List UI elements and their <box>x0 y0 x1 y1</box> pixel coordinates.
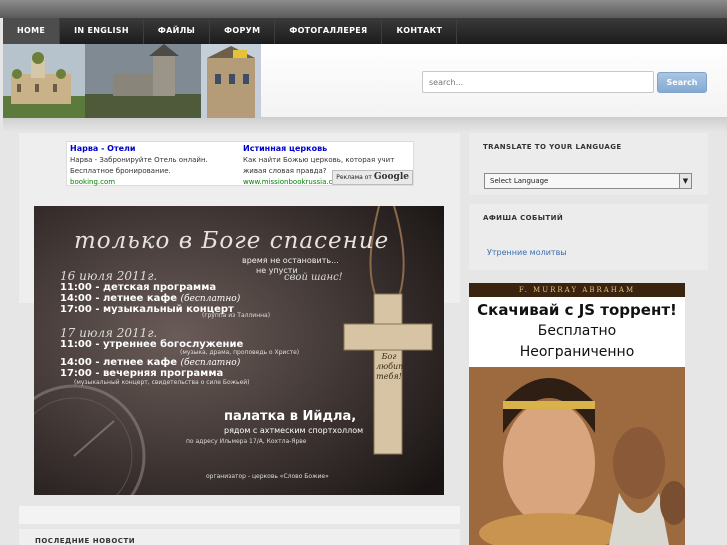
poster-day2-time-1: 11:00 <box>60 339 92 350</box>
poster-day1-time-1: 11:00 <box>60 282 92 293</box>
poster-tagline-3: свой шанс! <box>284 272 343 283</box>
poster-tent-title: палатка в Ийдла, <box>224 409 357 424</box>
language-select-value: Select Language <box>490 177 549 185</box>
latest-news-title: ПОСЛЕДНИЕ НОВОСТИ <box>35 537 136 545</box>
poster-day1-time-3: 17:00 <box>60 304 92 315</box>
nav-forum[interactable]: ФОРУМ <box>210 18 276 44</box>
ads-by-label: Реклама от <box>336 174 372 181</box>
nav-photo-gallery[interactable]: ФОТОГАЛЛЕРЕЯ <box>275 18 383 44</box>
poster-day1-text-1: - детская программа <box>95 282 217 293</box>
poster-day1-note-2: (бесплатно) <box>180 294 241 304</box>
poster-address: по адресу Ильмера 17/А, Кохтла-Ярве <box>186 438 307 445</box>
header-banner-image <box>3 44 261 118</box>
ad-left-title[interactable]: Нарва - Отели <box>70 143 240 155</box>
poster-day1-row-1: 11:00 - детская программа <box>60 282 216 293</box>
nav-in-english[interactable]: IN ENGLISH <box>60 18 144 44</box>
poster-date-1: 16 июля 2011г. <box>60 269 158 283</box>
sidebar-ad-credit: F. MURRAY ABRAHAM <box>469 283 685 297</box>
sidebar-ad-text-panel: Скачивай с JS торрент! Бесплатно Неогран… <box>469 297 685 367</box>
event-poster: только в Боге спасение время не останови… <box>34 206 444 495</box>
poster-day2-note-1: (музыка, драма, проповедь о Христе) <box>180 349 300 356</box>
poster-day2-row-2: 14:00 - летнее кафе (бесплатно) <box>60 357 240 368</box>
poster-day2-text-3: - вечерняя программа <box>95 368 224 379</box>
poster-day1-time-2: 14:00 <box>60 293 92 304</box>
chevron-down-icon[interactable]: ▼ <box>679 174 691 188</box>
poster-tagline-1: время не остановить... <box>242 256 339 265</box>
ad-right-text-1: Как найти Божью церковь, которая учит <box>243 156 395 164</box>
header-shadow <box>3 118 727 132</box>
poster-day2-note-2: (бесплатно) <box>180 358 241 368</box>
ad-left-url[interactable]: booking.com <box>70 177 240 188</box>
ads-by-google-badge[interactable]: Реклама от Google <box>332 170 413 185</box>
events-title: АФИША СОБЫТИЙ <box>483 214 564 222</box>
poster-day2-time-3: 17:00 <box>60 368 92 379</box>
poster-day2-text-2: - летнее кафе <box>95 357 178 368</box>
search-button[interactable]: Search <box>657 72 707 93</box>
nav-files[interactable]: ФАЙЛЫ <box>144 18 211 44</box>
ad-left: Нарва - Отели Нарва - Забронируйте Отель… <box>70 143 240 188</box>
event-link[interactable]: Утренние молитвы <box>487 248 567 257</box>
poster-day1-row-2: 14:00 - летнее кафе (бесплатно) <box>60 293 240 304</box>
sidebar-ad-line-1: Скачивай с JS торрент! <box>477 301 677 319</box>
top-bar <box>0 0 727 18</box>
sidebar-ad-banner[interactable]: F. MURRAY ABRAHAM Скачивай с JS торрент!… <box>469 283 685 545</box>
language-select[interactable]: Select Language ▼ <box>484 173 692 189</box>
site-header: Search <box>3 44 727 118</box>
poster-headline: только в Боге спасение <box>74 228 390 254</box>
sidebar-ad-line-2: Бесплатно <box>537 323 617 339</box>
poster-day2-row-3: 17:00 - вечерняя программа <box>60 368 223 379</box>
sidebar-ad-line-3: Неограниченно <box>519 344 635 360</box>
search-input[interactable] <box>422 71 654 93</box>
main-nav: HOME IN ENGLISH ФАЙЛЫ ФОРУМ ФОТОГАЛЛЕРЕЯ… <box>3 18 727 44</box>
poster-day2-time-2: 14:00 <box>60 357 92 368</box>
content-strip <box>19 506 460 524</box>
events-widget: АФИША СОБЫТИЙ <box>469 204 708 270</box>
ad-right-title[interactable]: Истинная церковь <box>243 143 413 155</box>
poster-cross-text: Бог любит тебя! <box>376 352 406 381</box>
poster-date-2: 17 июля 2011г. <box>60 326 158 340</box>
translate-title: TRANSLATE TO YOUR LANGUAGE <box>483 143 622 151</box>
poster-day1-text-2: - летнее кафе <box>95 293 178 304</box>
nav-contact[interactable]: КОНТАКТ <box>382 18 458 44</box>
google-ad-block: Нарва - Отели Нарва - Забронируйте Отель… <box>66 141 414 186</box>
google-logo: Google <box>373 172 409 182</box>
poster-day1-note-3: (группа из Таллинна) <box>202 312 271 319</box>
poster-tent-sub: рядом с ахтмеским спортхоллом <box>224 426 364 435</box>
ad-left-text-2: Бесплатное бронирование. <box>70 167 171 175</box>
nav-home[interactable]: HOME <box>3 18 61 44</box>
poster-organizer: организатор - церковь «Слово Божие» <box>206 473 329 480</box>
ad-left-text-1: Нарва - Забронируйте Отель онлайн. <box>70 156 208 164</box>
poster-day2-note-3: (музыкальный концерт, свидетельства о си… <box>74 379 250 386</box>
